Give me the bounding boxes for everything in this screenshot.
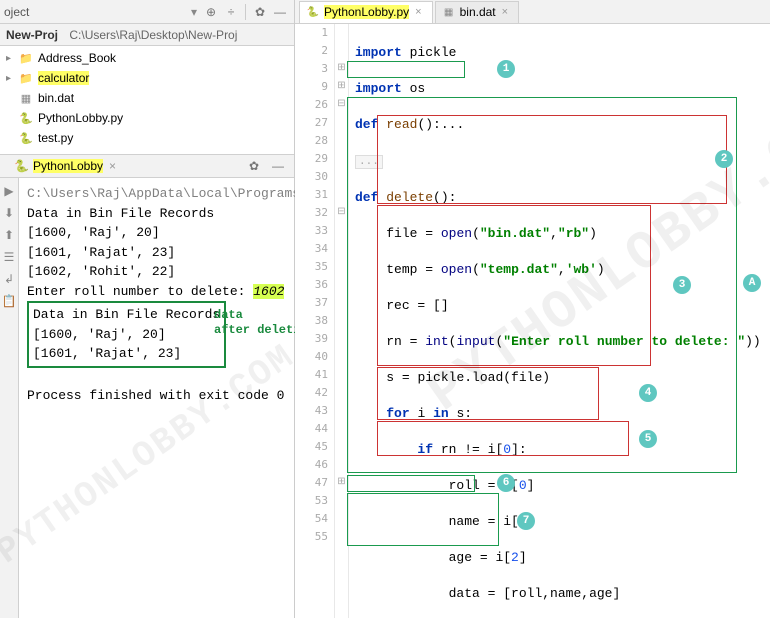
- editor-tabs: 🐍 PythonLobby.py × ▦ bin.dat ×: [295, 0, 770, 24]
- hide-icon[interactable]: —: [270, 2, 290, 22]
- tree-item-address-book[interactable]: ▸📁Address_Book: [0, 48, 294, 68]
- fold-icon[interactable]: ⊟: [335, 206, 348, 224]
- annotation-box-1: [347, 61, 465, 78]
- fold-icon[interactable]: ⊞: [335, 476, 348, 494]
- watermark-code: PYTHONLOBBY.COM: [431, 98, 770, 409]
- target-icon[interactable]: ⊕: [201, 2, 221, 22]
- tab-label-active: PythonLobby.py: [324, 5, 409, 19]
- marker-4: 4: [639, 384, 657, 402]
- marker-3: 3: [673, 276, 691, 294]
- wrap-icon[interactable]: ↲: [0, 270, 18, 288]
- filter-icon[interactable]: ☰: [0, 248, 18, 266]
- line-gutter: 1239262728293031323334353637383940414243…: [295, 24, 335, 618]
- tree-item-calculator[interactable]: ▸📁calculator: [0, 68, 294, 88]
- tree-item-bin-dat[interactable]: ▦bin.dat: [0, 88, 294, 108]
- project-name: New-Proj: [6, 28, 58, 42]
- gear-icon[interactable]: ✿: [250, 2, 270, 22]
- run-tab[interactable]: 🐍 PythonLobby ×: [6, 157, 124, 175]
- user-input-value: 1602: [253, 284, 284, 299]
- project-toolbar: oject ▾ ⊕ ÷ ✿ —: [0, 0, 294, 24]
- run-panel-header: 🐍 PythonLobby × ✿ —: [0, 154, 294, 178]
- fold-icon[interactable]: ⊟: [335, 98, 348, 116]
- stop-icon[interactable]: ⬇: [0, 204, 18, 222]
- breadcrumb[interactable]: New-Proj C:\Users\Raj\Desktop\New-Proj: [0, 24, 294, 46]
- run-gear-icon[interactable]: ✿: [244, 156, 264, 176]
- tab-bin-dat[interactable]: ▦ bin.dat ×: [435, 1, 519, 23]
- close-tab-icon[interactable]: ×: [109, 159, 116, 173]
- print-icon[interactable]: 📋: [0, 292, 18, 310]
- marker-1: 1: [497, 60, 515, 78]
- result-box: Data in Bin File Records [1600, 'Raj', 2…: [27, 301, 226, 368]
- up-icon[interactable]: ⬆: [0, 226, 18, 244]
- run-sidebar: ▶ ⬇ ⬆ ☰ ↲ 📋: [0, 178, 19, 618]
- tree-item-test-py[interactable]: 🐍test.py: [0, 128, 294, 148]
- tab-label-second: bin.dat: [460, 5, 496, 19]
- fold-icon[interactable]: ⊞: [335, 62, 348, 80]
- code-editor[interactable]: import pickle import os def read():... .…: [349, 24, 770, 618]
- close-icon[interactable]: ×: [415, 6, 421, 18]
- project-path: C:\Users\Raj\Desktop\New-Proj: [69, 28, 237, 42]
- close-icon[interactable]: ×: [502, 6, 508, 18]
- console-path: C:\Users\Raj\AppData\Local\Programs\Pytl: [27, 184, 339, 204]
- tree-item-pythonlobby[interactable]: 🐍PythonLobby.py: [0, 108, 294, 128]
- rerun-icon[interactable]: ▶: [0, 182, 18, 200]
- file-tree: ▸📁Address_Book ▸📁calculator ▦bin.dat 🐍Py…: [0, 46, 294, 150]
- fold-icon[interactable]: ⊞: [335, 80, 348, 98]
- project-menu-label[interactable]: oject: [4, 5, 191, 19]
- fold-column: ⊞⊞⊟⊟⊞: [335, 24, 349, 618]
- exit-message: Process finished with exit code 0: [27, 386, 339, 406]
- run-hide-icon[interactable]: —: [268, 156, 288, 176]
- collapse-icon[interactable]: ÷: [221, 2, 241, 22]
- run-tab-label: PythonLobby: [33, 159, 103, 173]
- tab-pythonlobby[interactable]: 🐍 PythonLobby.py ×: [299, 1, 433, 23]
